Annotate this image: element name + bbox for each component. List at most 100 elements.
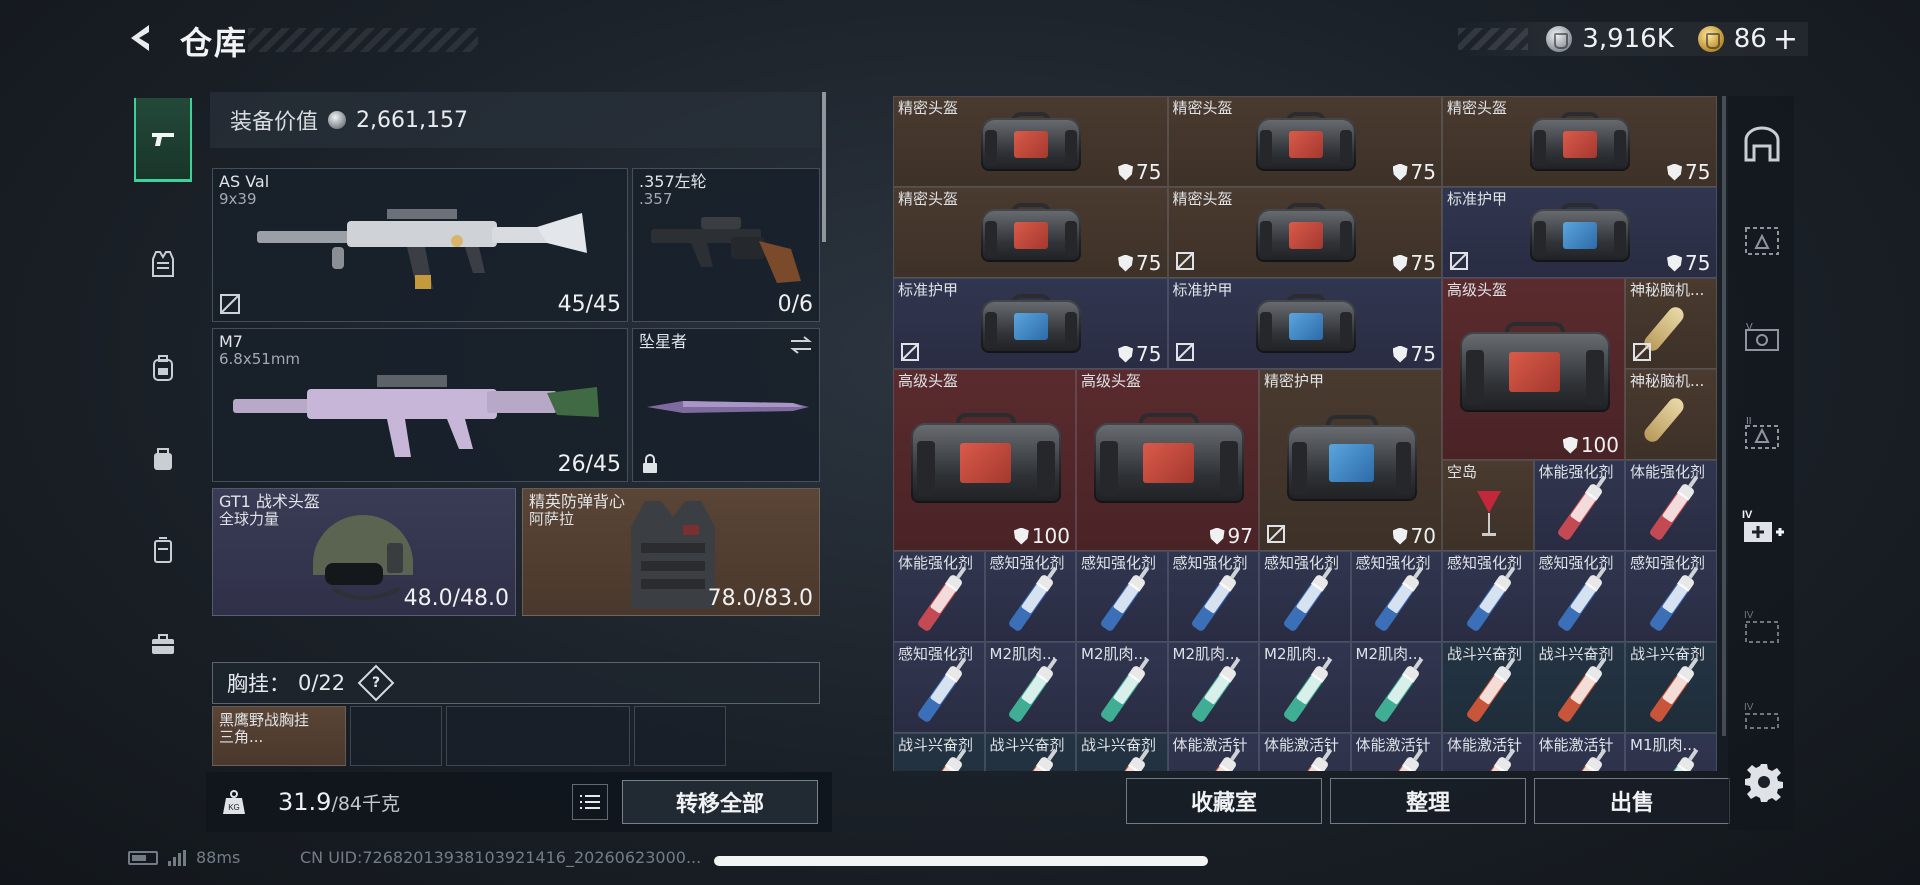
storage-item[interactable]: 感知强化剂	[1625, 551, 1717, 642]
storage-item[interactable]: M2肌肉...	[1259, 642, 1351, 733]
weapon-name: M7	[219, 332, 243, 351]
transfer-all-button[interactable]: 转移全部	[622, 780, 818, 824]
storage-tab-2[interactable]	[1740, 218, 1784, 262]
melee-slot[interactable]: 坠星者	[632, 328, 820, 482]
storage-item[interactable]: 体能激活针	[1167, 733, 1259, 771]
syringe-image	[1648, 755, 1696, 771]
syringe-image	[1190, 755, 1238, 771]
durability-value: 75	[1136, 160, 1162, 184]
nav-vest-tab[interactable]	[134, 222, 192, 306]
shield-icon	[1118, 345, 1134, 363]
storage-item[interactable]: M2肌肉...	[1350, 642, 1442, 733]
item-durability: 100	[1562, 433, 1619, 457]
storage-item[interactable]: 战斗兴奋剂	[1076, 733, 1168, 771]
chest-rig-count: 0/22	[298, 671, 346, 695]
help-button[interactable]: ?	[357, 664, 395, 702]
storage-item[interactable]: 精密护甲 70	[1259, 369, 1442, 551]
syringe-image	[1465, 573, 1513, 633]
storage-item[interactable]: 体能激活针	[1442, 733, 1534, 771]
storage-tab-main[interactable]	[1740, 122, 1784, 166]
chest-rig-item[interactable]: 黑鹰野战胸挂 三角...	[212, 706, 346, 766]
storage-item[interactable]: 感知强化剂	[1442, 551, 1534, 642]
storage-item[interactable]: 战斗兴奋剂	[1533, 642, 1625, 733]
storage-item[interactable]: 精密头盔 75	[1167, 187, 1442, 278]
settings-gear-icon[interactable]	[1744, 762, 1784, 802]
storage-item[interactable]: 战斗兴奋剂	[984, 733, 1076, 771]
storage-item[interactable]: 神秘脑机...	[1625, 278, 1717, 369]
storage-item[interactable]: 标准护甲 75	[893, 278, 1168, 369]
storage-item[interactable]: 空岛	[1442, 460, 1534, 551]
storage-item[interactable]: M2肌肉...	[1076, 642, 1168, 733]
chest-rig-empty-slot[interactable]	[350, 706, 442, 766]
nav-safebox-tab[interactable]	[134, 508, 192, 592]
storage-item[interactable]: 感知强化剂	[1076, 551, 1168, 642]
storage-item[interactable]: 体能激活针	[1259, 733, 1351, 771]
storage-item[interactable]: 体能强化剂	[1533, 460, 1625, 551]
storage-item[interactable]: 体能激活针	[1533, 733, 1625, 771]
storage-item[interactable]: 感知强化剂	[984, 551, 1076, 642]
secondary-weapon-slot[interactable]: M7 6.8x51mm 26/45	[212, 328, 628, 482]
helmet-slot[interactable]: GT1 战术头盔 全球力量 48.0/48.0	[212, 488, 516, 616]
nav-backpack-tab[interactable]	[134, 326, 192, 410]
equipment-scrollbar[interactable]	[822, 92, 826, 242]
back-button[interactable]	[122, 18, 162, 58]
storage-item[interactable]: 高级头盔 100	[1442, 278, 1625, 460]
storage-item[interactable]: 体能强化剂	[1625, 460, 1717, 551]
brain-chip-image	[1641, 394, 1687, 446]
nav-toolbox-tab[interactable]	[134, 602, 192, 686]
storage-item[interactable]: 体能激活针	[1350, 733, 1442, 771]
add-currency-button[interactable]: +	[1773, 22, 1798, 57]
storage-item[interactable]: M1肌肉...	[1625, 733, 1717, 771]
storage-scrollbar[interactable]	[1722, 96, 1726, 736]
storage-item[interactable]: 高级头盔 100	[893, 369, 1076, 551]
storage-item[interactable]: 精密头盔 75	[893, 96, 1168, 187]
weapon-caliber: .357	[639, 190, 673, 208]
storage-item[interactable]: 精密头盔 75	[1442, 96, 1717, 187]
chest-rig-empty-slot[interactable]	[446, 706, 630, 766]
storage-tab-add[interactable]: IV	[1740, 506, 1784, 550]
storage-item[interactable]: 感知强化剂	[1259, 551, 1351, 642]
storage-item[interactable]: 战斗兴奋剂	[893, 733, 985, 771]
syringe-image	[1099, 755, 1147, 771]
list-view-button[interactable]	[572, 784, 608, 820]
storage-item[interactable]: M2肌肉...	[1167, 642, 1259, 733]
chest-rig-empty-slot[interactable]	[634, 706, 726, 766]
storage-item[interactable]: 精密头盔 75	[893, 187, 1168, 278]
sell-button[interactable]: 出售	[1534, 778, 1730, 824]
add-storage-icon: IV	[1742, 509, 1784, 542]
storage-box-icon: IV	[1744, 610, 1779, 643]
storage-item[interactable]: 体能强化剂	[893, 551, 985, 642]
storage-tabs: V II IV IV IV	[1728, 96, 1794, 830]
storage-tab-3[interactable]: V	[1740, 314, 1784, 358]
storage-item[interactable]: 神秘脑机...	[1625, 369, 1717, 460]
storage-tab-5[interactable]: IV	[1740, 604, 1784, 648]
rig-item-name: 黑鹰野战胸挂	[219, 711, 310, 729]
primary-weapon-slot[interactable]: AS Val 9x39 45/45	[212, 168, 628, 322]
storage-item[interactable]: 感知强化剂	[1350, 551, 1442, 642]
storage-item[interactable]: 精密头盔 75	[1167, 96, 1442, 187]
storage-item[interactable]: 感知强化剂	[1533, 551, 1625, 642]
armor-slot[interactable]: 精英防弹背心 阿萨拉 78.0/83.0	[522, 488, 820, 616]
item-durability: 75	[1667, 251, 1711, 275]
storage-item[interactable]: 感知强化剂	[1167, 551, 1259, 642]
nav-bag-tab[interactable]	[134, 416, 192, 500]
pistol-icon	[152, 132, 174, 146]
storage-item[interactable]: 战斗兴奋剂	[1442, 642, 1534, 733]
storage-tab-4[interactable]: II	[1740, 410, 1784, 454]
sidearm-slot[interactable]: .357左轮 .357 0/6	[632, 168, 820, 322]
storage-item[interactable]: 标准护甲 75	[1167, 278, 1442, 369]
item-name: M2肌肉...	[1172, 645, 1240, 663]
nav-weapons-tab[interactable]	[134, 98, 192, 182]
item-name: M2肌肉...	[1264, 645, 1331, 663]
storage-tab-6[interactable]: IV	[1740, 696, 1784, 740]
syringe-image	[1556, 664, 1604, 724]
collection-room-button[interactable]: 收藏室	[1126, 778, 1322, 824]
storage-item[interactable]: 高级头盔 97	[1076, 369, 1259, 551]
storage-item[interactable]: 感知强化剂	[893, 642, 985, 733]
sort-button[interactable]: 整理	[1330, 778, 1526, 824]
storage-item[interactable]: M2肌肉...	[984, 642, 1076, 733]
storage-item[interactable]: 战斗兴奋剂	[1625, 642, 1717, 733]
home-indicator[interactable]	[714, 856, 1208, 866]
cocktail-image	[1477, 491, 1501, 541]
storage-item[interactable]: 标准护甲 75	[1442, 187, 1717, 278]
